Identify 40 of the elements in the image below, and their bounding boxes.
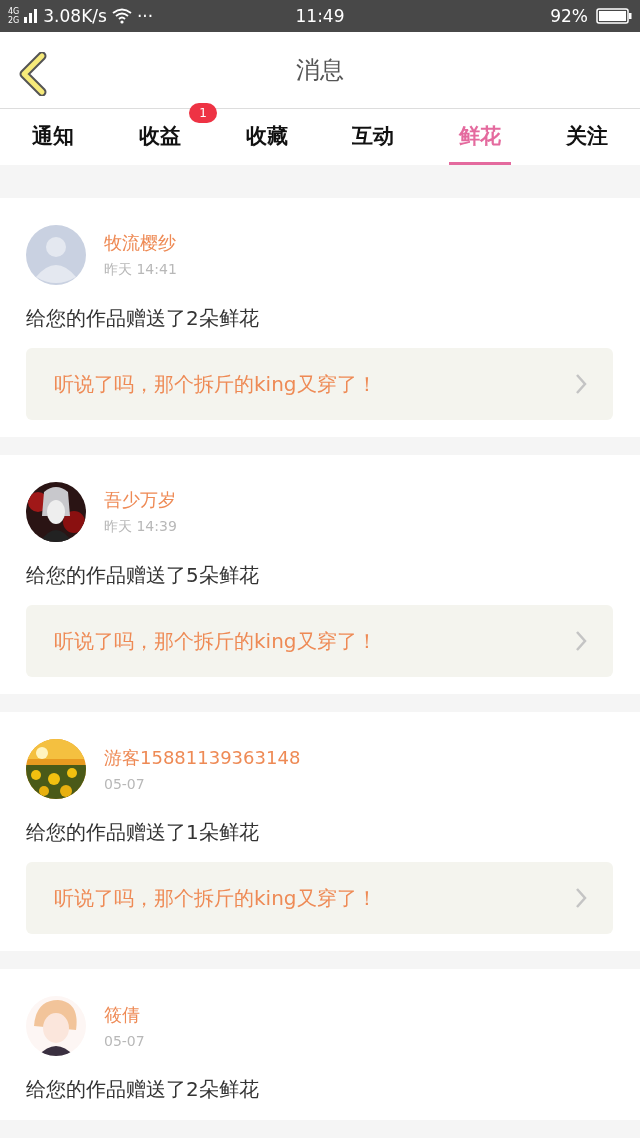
tab[interactable]: 鲜花: [448, 109, 511, 165]
sender-name[interactable]: 牧流樱纱: [104, 231, 177, 255]
quoted-work[interactable]: 听说了吗，那个拆斤的king又穿了！: [26, 605, 613, 677]
wifi-icon: [111, 8, 132, 24]
quoted-work[interactable]: 听说了吗，那个拆斤的king又穿了！: [26, 862, 613, 934]
tab[interactable]: 收藏: [235, 109, 298, 165]
signal-icon: [24, 9, 39, 23]
message-time: 昨天 14:39: [104, 518, 177, 536]
sender-name[interactable]: 游客15881139363148: [104, 746, 301, 770]
message-text: 给您的作品赠送了2朵鲜花: [26, 305, 260, 332]
message-time: 05-07: [104, 776, 146, 792]
chevron-right-icon: [575, 630, 587, 652]
sender-name[interactable]: 筱倩: [104, 1003, 145, 1027]
tab[interactable]: 通知: [22, 109, 85, 165]
count-badge: 1: [189, 103, 217, 123]
sender-name[interactable]: 吾少万岁: [104, 488, 177, 512]
message-text: 给您的作品赠送了5朵鲜花: [26, 562, 260, 589]
network-label: 2G: [8, 16, 20, 25]
tab[interactable]: 收益: [129, 109, 191, 165]
network-speed: 3.08K/s: [43, 6, 107, 26]
back-icon[interactable]: [18, 52, 48, 96]
tab[interactable]: 关注: [555, 109, 618, 165]
chevron-right-icon: [575, 887, 587, 909]
message-time: 昨天 14:41: [104, 261, 177, 279]
message-text: 给您的作品赠送了1朵鲜花: [26, 819, 260, 846]
page-title: 消息: [296, 55, 344, 86]
work-title: 听说了吗，那个拆斤的king又穿了！: [54, 627, 377, 655]
chevron-right-icon: [575, 373, 587, 395]
battery-percent: 92%: [550, 6, 588, 26]
avatar-icon: [26, 225, 86, 285]
battery-icon: [596, 8, 632, 24]
tab[interactable]: 互动: [342, 109, 405, 165]
clock: 11:49: [295, 6, 345, 26]
work-title: 听说了吗，那个拆斤的king又穿了！: [54, 884, 377, 912]
message-time: 05-07: [104, 1033, 145, 1049]
more-indicator: ···: [136, 6, 154, 26]
work-title: 听说了吗，那个拆斤的king又穿了！: [54, 370, 377, 398]
message-text: 给您的作品赠送了2朵鲜花: [26, 1076, 260, 1103]
quoted-work[interactable]: 听说了吗，那个拆斤的king又穿了！: [26, 348, 613, 420]
network-label: 4G: [8, 7, 20, 16]
